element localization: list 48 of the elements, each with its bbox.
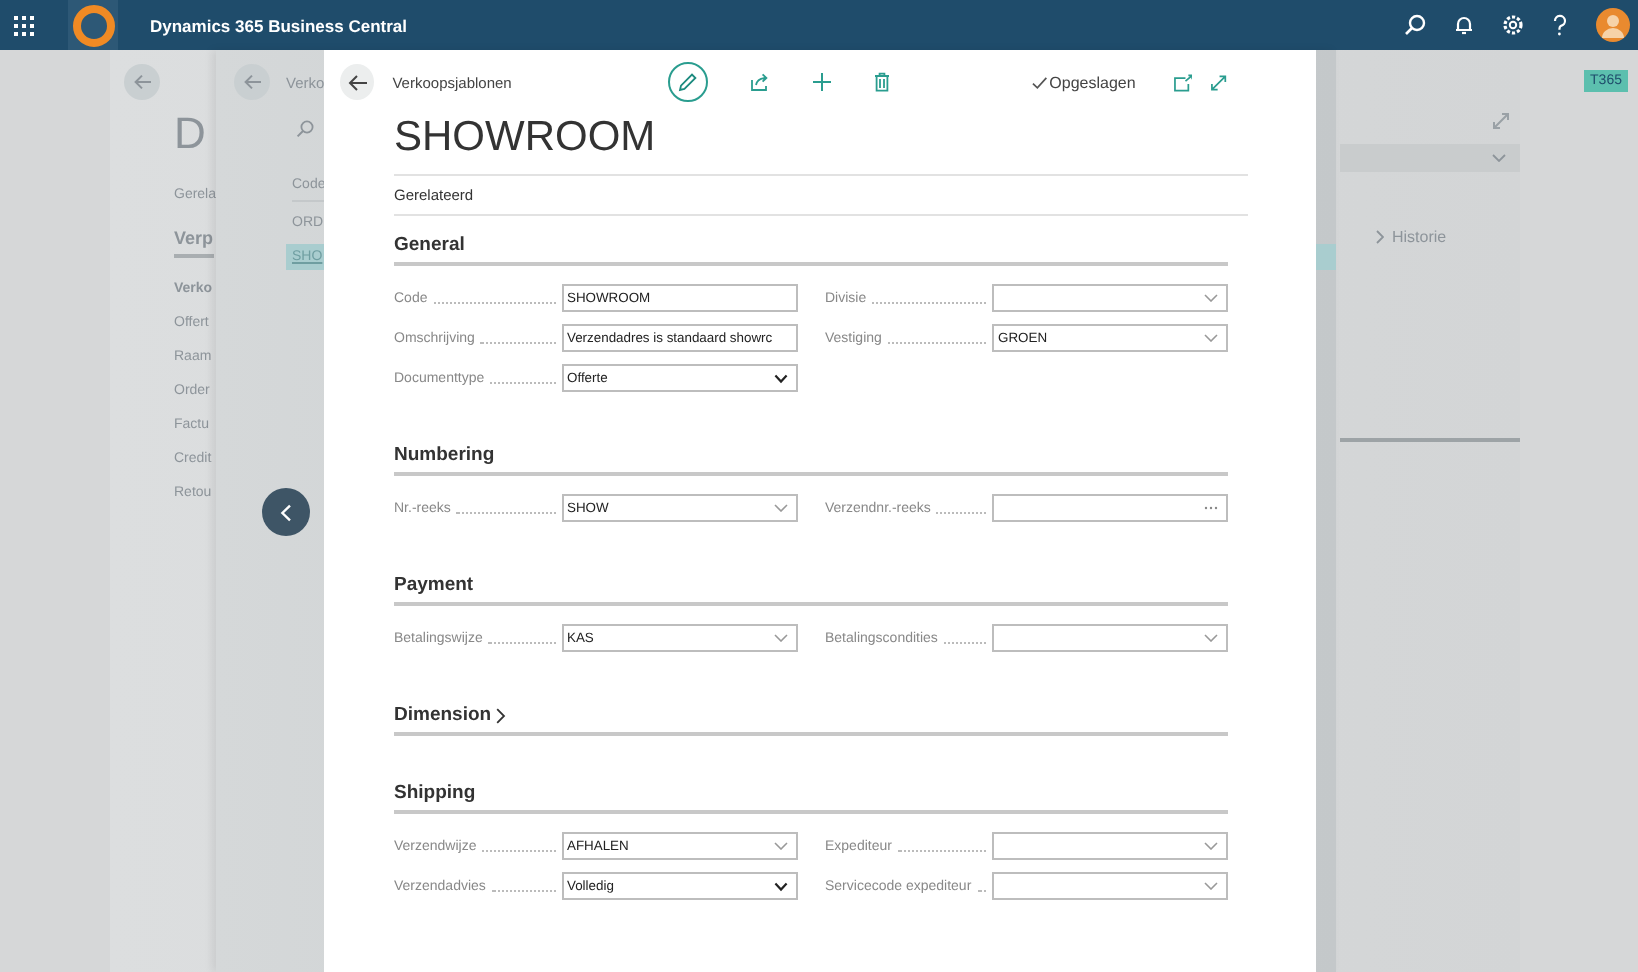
input-field[interactable]	[992, 832, 1228, 860]
chevron-down-icon	[773, 373, 787, 383]
checkmark-icon	[1032, 75, 1048, 89]
chevron-right-icon	[1376, 230, 1384, 244]
search-icon[interactable]	[1404, 14, 1426, 36]
section-header[interactable]: General	[394, 216, 1228, 266]
section-header[interactable]: Shipping	[394, 764, 1228, 814]
pencil-icon	[678, 72, 698, 92]
chevron-down-icon	[1492, 154, 1506, 162]
back-arrow-icon	[243, 74, 261, 90]
chevron-down-icon	[773, 634, 787, 642]
add-icon[interactable]	[812, 72, 832, 92]
help-icon[interactable]	[1552, 14, 1568, 36]
input-field[interactable]	[992, 624, 1228, 652]
logo-icon	[68, 0, 118, 50]
chevron-down-icon	[1204, 842, 1218, 850]
back-button[interactable]	[340, 64, 375, 100]
share-icon[interactable]	[750, 72, 770, 92]
page-title: D	[174, 108, 206, 160]
chevron-down-icon	[1204, 882, 1218, 890]
chevron-down-icon	[1204, 294, 1218, 302]
chevron-down-icon	[773, 842, 787, 850]
expand-icon[interactable]	[1492, 112, 1510, 130]
back-arrow-icon	[347, 73, 368, 91]
section-header[interactable]: Payment	[394, 556, 1228, 606]
input-field[interactable]	[992, 284, 1228, 312]
expand-icon[interactable]	[1210, 73, 1228, 91]
chevron-left-icon	[280, 503, 292, 521]
section-header[interactable]: Numbering	[394, 426, 1228, 476]
avatar-icon[interactable]	[1596, 8, 1630, 42]
save-status: Opgeslagen	[1049, 73, 1136, 91]
chevron-right-icon	[495, 707, 506, 723]
record-title: SHOWROOM	[394, 112, 658, 164]
chevron-down-icon	[1204, 634, 1218, 642]
app-title: Dynamics 365 Business Central	[150, 15, 408, 35]
notification-icon[interactable]	[1454, 14, 1474, 36]
chevron-down-icon	[1204, 334, 1218, 342]
chevron-down-icon	[773, 881, 787, 891]
app-launcher-icon[interactable]	[14, 15, 34, 35]
delete-icon[interactable]	[874, 72, 890, 92]
input-field[interactable]	[992, 494, 1228, 522]
input-field[interactable]	[992, 872, 1228, 900]
section-header[interactable]: Dimension	[394, 686, 1228, 736]
chevron-down-icon	[773, 504, 787, 512]
edit-button[interactable]	[668, 62, 708, 102]
popout-icon[interactable]	[1173, 73, 1193, 91]
settings-icon[interactable]	[1502, 14, 1524, 36]
back-arrow-icon	[133, 74, 151, 90]
